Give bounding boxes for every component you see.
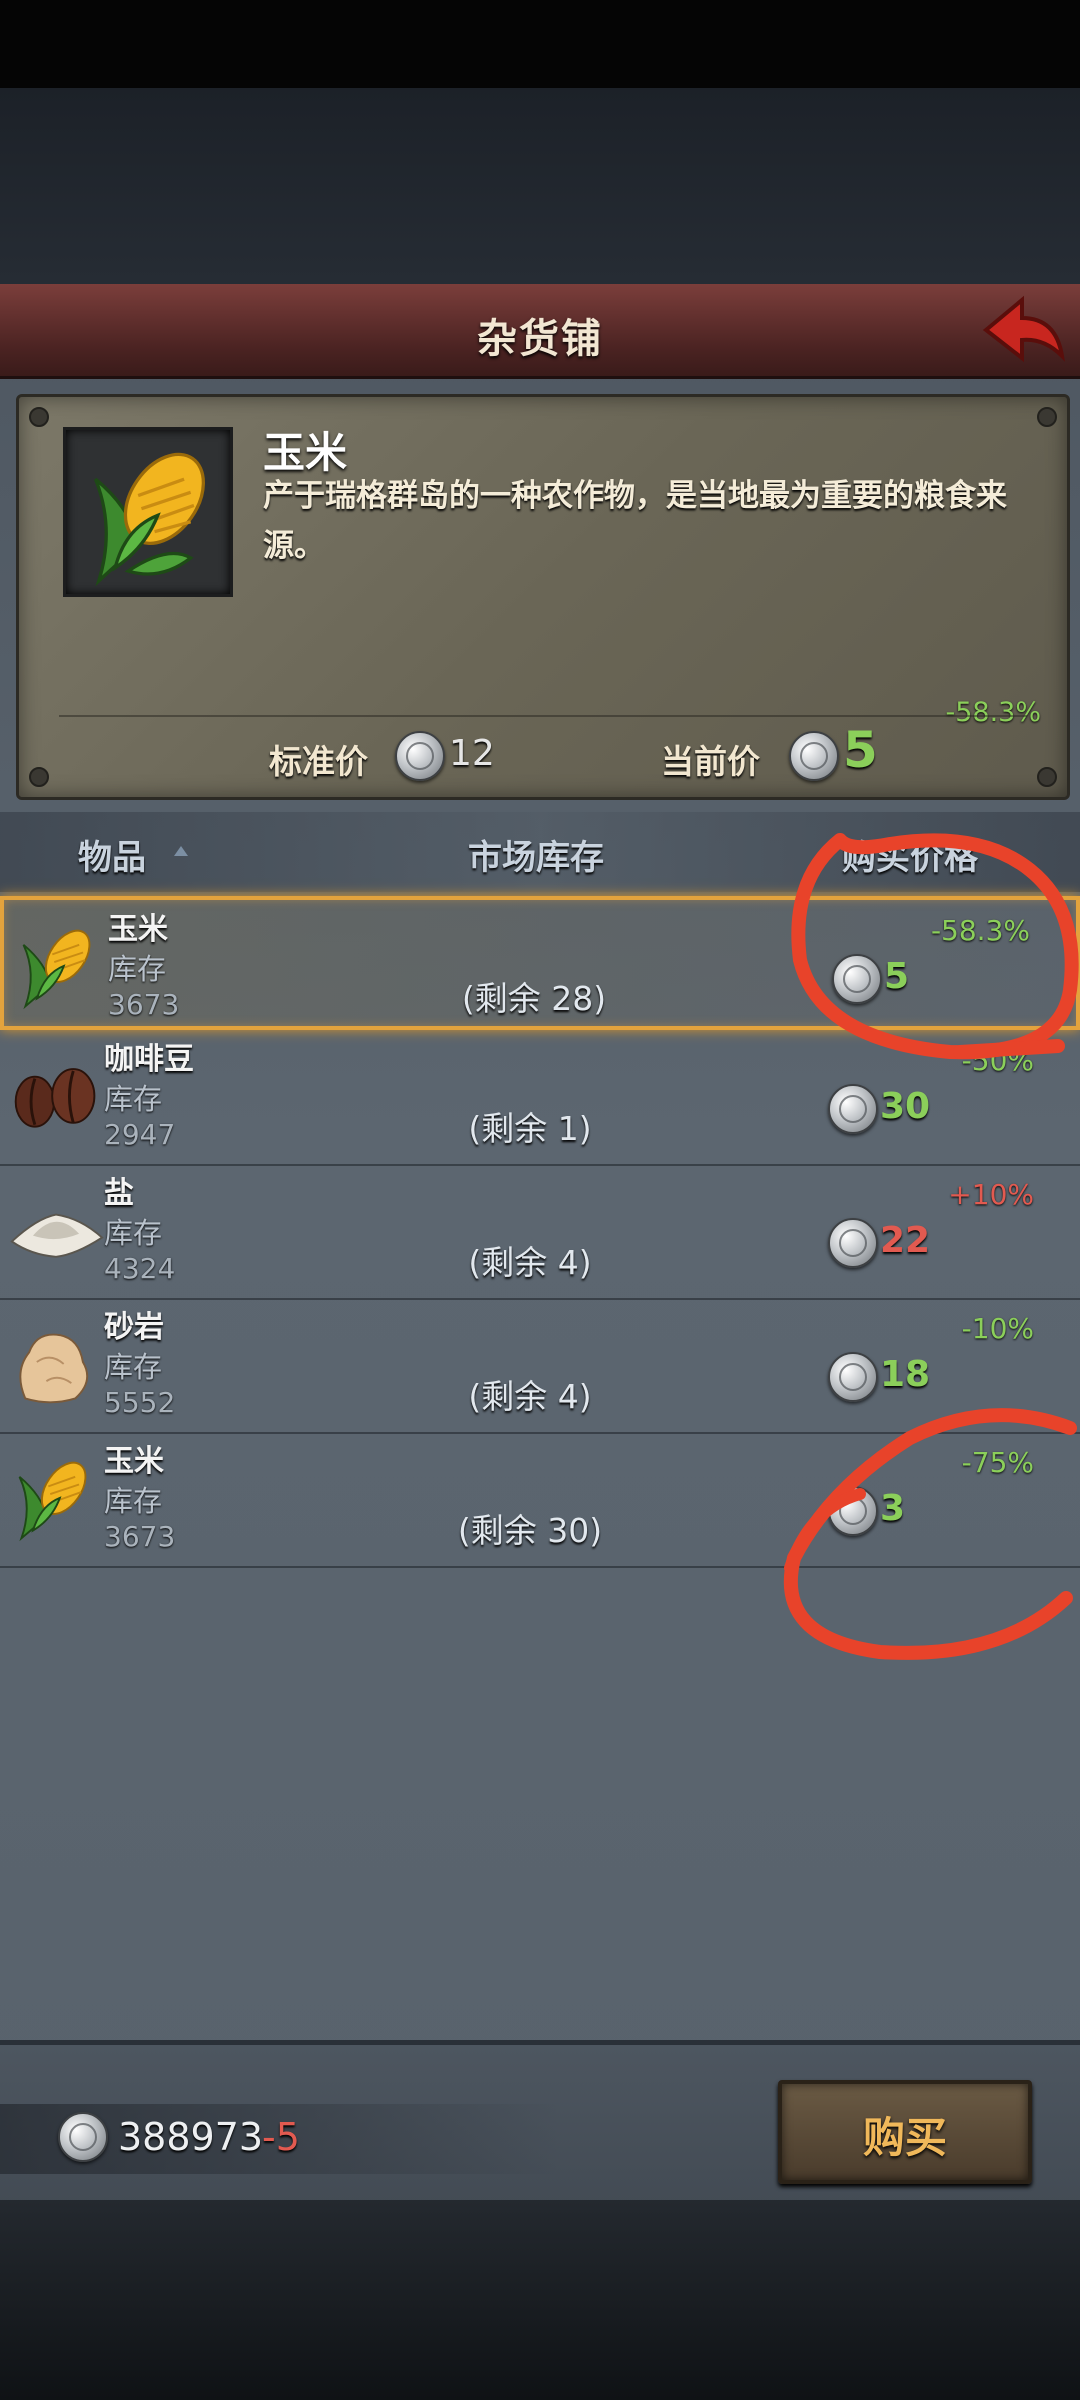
shop-item-row[interactable]: 咖啡豆 库存 2947 (剩余 1) 30 -50% [0, 1030, 1080, 1166]
bottom-backdrop [0, 2200, 1080, 2400]
corn-icon [93, 452, 206, 587]
player-money: 388973 [118, 2115, 264, 2159]
item-price-delta: -58.3% [930, 914, 1030, 947]
back-arrow-icon[interactable] [978, 290, 1068, 370]
coffee-beans-icon [14, 1068, 96, 1128]
standard-price-label: 标准价 [269, 742, 368, 781]
shop-item-row[interactable]: 玉米 库存 3673 (剩余 28) 5 -58.3% [0, 896, 1080, 1030]
shop-item-row[interactable]: 玉米 库存 3673 (剩余 30) 3 -75% [0, 1432, 1080, 1568]
item-market-remaining: (剩余 4) [468, 1243, 592, 1282]
column-market-stock[interactable]: 市场库存 [468, 830, 604, 879]
buy-button[interactable]: 购买 [778, 2080, 1032, 2184]
item-stock-value: 2947 [104, 1118, 176, 1151]
item-price: 22 [880, 1220, 931, 1261]
rivet-icon [1037, 407, 1057, 427]
item-name: 咖啡豆 [104, 1042, 194, 1077]
shop-item-row[interactable]: 盐 库存 4324 (剩余 4) 22 +10% [0, 1164, 1080, 1300]
silver-coin-icon [828, 1218, 878, 1268]
item-stock-label: 库存 [104, 1350, 163, 1384]
item-stock-label: 库存 [108, 952, 167, 986]
item-price: 5 [884, 956, 910, 997]
item-stock-label: 库存 [104, 1484, 163, 1518]
item-price-delta: -50% [961, 1044, 1034, 1077]
column-item[interactable]: 物品 [78, 830, 146, 879]
corn-icon [22, 929, 91, 1010]
silver-coin-icon [789, 731, 839, 781]
detail-item-icon-frame [63, 427, 233, 597]
item-name: 盐 [104, 1176, 134, 1211]
item-name: 玉米 [108, 912, 168, 947]
standard-price-value: 12 [449, 733, 495, 774]
current-price-value: 5 [843, 721, 878, 779]
item-price-delta: +10% [948, 1178, 1034, 1211]
silver-coin-icon [828, 1486, 878, 1536]
item-market-remaining: (剩余 28) [461, 979, 607, 1018]
item-price-delta: -10% [961, 1312, 1034, 1345]
salt-icon [10, 1213, 104, 1258]
item-price: 18 [880, 1354, 931, 1395]
shop-title: 杂货铺 [477, 316, 603, 362]
column-buy-price[interactable]: 购买价格 [842, 830, 978, 879]
sort-ascending-icon[interactable] [174, 846, 188, 856]
item-stock-value: 4324 [104, 1252, 176, 1285]
detail-divider [59, 715, 1027, 717]
silver-coin-icon [832, 954, 882, 1004]
item-market-remaining: (剩余 1) [468, 1109, 592, 1148]
list-column-headers: 物品 市场库存 购买价格 [0, 812, 1080, 892]
item-stock-label: 库存 [104, 1216, 163, 1250]
silver-coin-icon [828, 1084, 878, 1134]
detail-discount: -58.3% [945, 697, 1041, 728]
top-backdrop [0, 88, 1080, 284]
item-price: 30 [880, 1086, 931, 1127]
rivet-icon [1037, 767, 1057, 787]
item-name: 砂岩 [104, 1310, 164, 1345]
silver-coin-icon [58, 2112, 108, 2162]
shop-header: 杂货铺 [0, 284, 1080, 379]
item-market-remaining: (剩余 30) [457, 1511, 603, 1550]
status-bar-area [0, 0, 1080, 88]
item-price: 3 [880, 1488, 906, 1529]
item-stock-value: 3673 [108, 988, 180, 1021]
money-change: -5 [262, 2115, 300, 2159]
rivet-icon [29, 767, 49, 787]
sandstone-icon [19, 1333, 89, 1404]
item-market-remaining: (剩余 4) [468, 1377, 592, 1416]
current-price-label: 当前价 [661, 742, 760, 781]
buy-button-label: 购买 [862, 2113, 947, 2162]
rivet-icon [29, 407, 49, 427]
item-price-delta: -75% [961, 1446, 1034, 1479]
shop-item-row[interactable]: 砂岩 库存 5552 (剩余 4) 18 -10% [0, 1298, 1080, 1434]
detail-item-description: 产于瑞格群岛的一种农作物，是当地最为重要的粮食来源。 [263, 478, 1007, 564]
item-detail-panel: 玉米 产于瑞格群岛的一种农作物，是当地最为重要的粮食来源。 -58.3% 标准价… [16, 394, 1070, 800]
silver-coin-icon [395, 731, 445, 781]
item-name: 玉米 [104, 1444, 164, 1479]
item-stock-label: 库存 [104, 1082, 163, 1116]
silver-coin-icon [828, 1352, 878, 1402]
corn-icon [18, 1461, 87, 1542]
item-stock-value: 5552 [104, 1386, 176, 1419]
item-stock-value: 3673 [104, 1520, 176, 1553]
